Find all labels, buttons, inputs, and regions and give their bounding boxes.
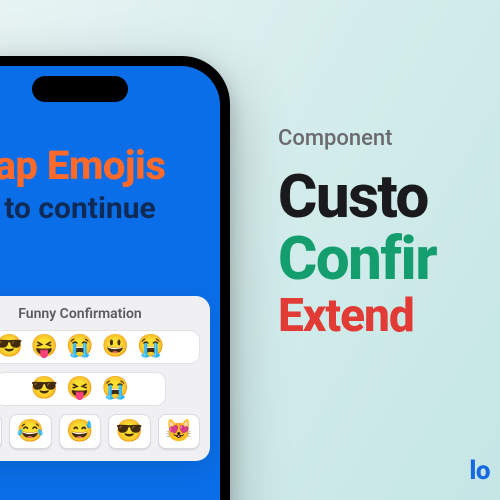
emoji-icon: 😭 xyxy=(66,336,93,358)
hero-line1: ap Emojis xyxy=(0,144,214,188)
headline-line3: Extend xyxy=(278,293,500,340)
hero-text: ap Emojis to continue xyxy=(0,144,220,225)
emoji-key[interactable]: 😂 xyxy=(9,414,51,449)
headline-line2: Confir xyxy=(278,228,500,289)
headline-block: Component Custo Confir Extend xyxy=(278,128,500,340)
sheet-title: Funny Confirmation xyxy=(0,306,200,322)
emoji-key[interactable]: 😅 xyxy=(59,414,101,449)
emoji-icon: 😃 xyxy=(102,336,129,358)
confirmation-sheet: Funny Confirmation 😎 😝 😭 😃 😭 😎 😝 😭 😆 😂 😅… xyxy=(0,296,210,461)
emoji-row-1: 😎 😝 😭 😃 😭 xyxy=(0,330,200,364)
emoji-icon: 😝 xyxy=(31,336,58,358)
emoji-icon: 😝 xyxy=(66,378,93,400)
hero-line2: to continue xyxy=(0,192,214,225)
headline-overline: Component xyxy=(278,128,500,150)
emoji-row-2: 😎 😝 😭 xyxy=(0,372,166,406)
emoji-icon: 😎 xyxy=(0,336,23,358)
phone-notch xyxy=(32,76,128,102)
emoji-icon: 😭 xyxy=(102,378,129,400)
emoji-icon: 😎 xyxy=(31,378,58,400)
headline-line1: Custo xyxy=(278,166,500,227)
emoji-keyboard: 😆 😂 😅 😎 😻 xyxy=(0,414,200,449)
emoji-key[interactable]: 😎 xyxy=(108,414,150,449)
emoji-key[interactable]: 😆 xyxy=(0,414,2,449)
emoji-icon: 😭 xyxy=(137,336,164,358)
brand-logo: lo xyxy=(469,456,490,486)
phone-mockup: ap Emojis to continue Funny Confirmation… xyxy=(0,56,230,500)
phone-screen: ap Emojis to continue Funny Confirmation… xyxy=(0,66,220,500)
emoji-key[interactable]: 😻 xyxy=(158,414,200,449)
